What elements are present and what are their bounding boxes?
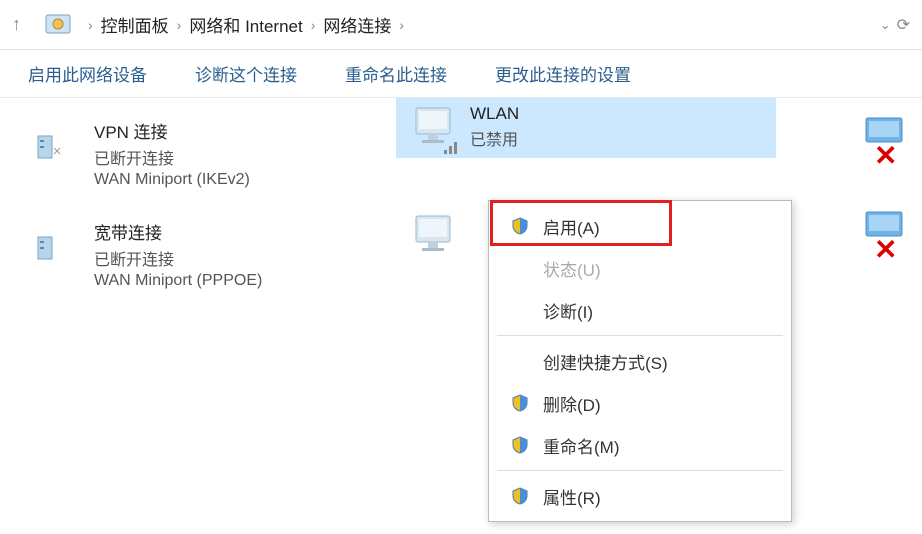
adapter-disabled-icon[interactable]: ✕ xyxy=(858,210,910,262)
toolbar-rename[interactable]: 重命名此连接 xyxy=(345,61,447,86)
shield-icon xyxy=(507,217,533,235)
adapter-device: WAN Miniport (PPPOE) xyxy=(94,272,262,290)
context-menu: 启用(A) 状态(U) 诊断(I) 创建快捷方式(S) 删除(D) 重命名(M)… xyxy=(488,200,792,522)
address-bar: ↑ › 控制面板 › 网络和 Internet › 网络连接 › ⌄ ⟳ xyxy=(0,0,922,50)
menu-delete[interactable]: 删除(D) xyxy=(489,382,791,424)
adapter-status: 已断开连接 xyxy=(94,145,250,169)
chevron-right-icon: › xyxy=(177,17,182,33)
adapter-broadband[interactable]: 宽带连接 已断开连接 WAN Miniport (PPPOE) xyxy=(20,213,370,296)
toolbar-diagnose[interactable]: 诊断这个连接 xyxy=(195,61,297,86)
control-panel-icon xyxy=(44,11,72,39)
breadcrumb-item[interactable]: 网络连接 xyxy=(323,12,391,37)
toolbar-enable[interactable]: 启用此网络设备 xyxy=(28,61,147,86)
menu-properties[interactable]: 属性(R) xyxy=(489,475,791,517)
chevron-right-icon: › xyxy=(88,17,93,33)
monitor-wifi-icon xyxy=(408,104,456,152)
refresh-icon[interactable]: ⟳ xyxy=(897,15,910,35)
menu-rename[interactable]: 重命名(M) xyxy=(489,424,791,466)
breadcrumb[interactable]: › 控制面板 › 网络和 Internet › 网络连接 › xyxy=(80,12,880,37)
shield-icon xyxy=(507,436,533,454)
chevron-down-icon[interactable]: ⌄ xyxy=(880,17,891,33)
modem-icon xyxy=(32,219,80,267)
menu-status: 状态(U) xyxy=(489,247,791,289)
breadcrumb-item[interactable]: 控制面板 xyxy=(101,12,169,37)
close-icon: ✕ xyxy=(874,233,897,266)
adapter-name: VPN 连接 xyxy=(94,118,250,143)
up-arrow-icon[interactable]: ↑ xyxy=(12,14,36,35)
menu-label: 诊断(I) xyxy=(543,298,593,323)
toolbar-settings[interactable]: 更改此连接的设置 xyxy=(495,61,631,86)
adapter-wlan[interactable]: WLAN 已禁用 xyxy=(396,98,776,158)
chevron-right-icon: › xyxy=(311,17,316,33)
menu-label: 属性(R) xyxy=(543,484,601,509)
menu-separator xyxy=(497,335,783,336)
toolbar: 启用此网络设备 诊断这个连接 重命名此连接 更改此连接的设置 xyxy=(0,50,922,98)
adapter-disabled-icon[interactable]: ✕ xyxy=(858,116,910,168)
menu-enable[interactable]: 启用(A) xyxy=(489,205,791,247)
menu-shortcut[interactable]: 创建快捷方式(S) xyxy=(489,340,791,382)
adapter-vpn[interactable]: VPN 连接 已断开连接 WAN Miniport (IKEv2) xyxy=(20,112,370,195)
shield-icon xyxy=(507,487,533,505)
menu-label: 状态(U) xyxy=(543,256,601,281)
monitor-icon xyxy=(408,212,456,260)
chevron-right-icon: › xyxy=(399,17,404,33)
shield-icon xyxy=(507,394,533,412)
adapter-name: 宽带连接 xyxy=(94,219,262,244)
menu-diagnose[interactable]: 诊断(I) xyxy=(489,289,791,331)
adapter-name: WLAN xyxy=(470,104,519,124)
adapter-status: 已禁用 xyxy=(470,126,519,150)
adapter-device: WAN Miniport (IKEv2) xyxy=(94,171,250,189)
adapter-status: 已断开连接 xyxy=(94,246,262,270)
close-icon: ✕ xyxy=(874,139,897,172)
menu-separator xyxy=(497,470,783,471)
menu-label: 创建快捷方式(S) xyxy=(543,349,668,374)
menu-label: 删除(D) xyxy=(543,391,601,416)
modem-icon xyxy=(32,118,80,166)
right-adapter-icons: ✕ ✕ xyxy=(858,116,910,262)
menu-label: 启用(A) xyxy=(543,214,600,239)
menu-label: 重命名(M) xyxy=(543,433,619,458)
breadcrumb-item[interactable]: 网络和 Internet xyxy=(189,12,302,37)
